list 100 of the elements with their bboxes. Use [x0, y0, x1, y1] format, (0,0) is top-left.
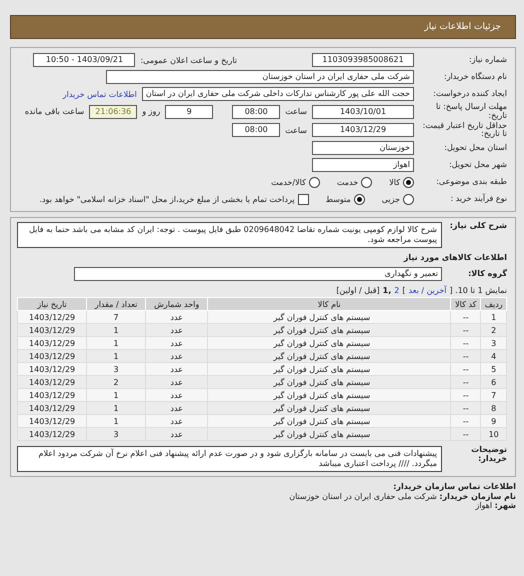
- table-cell: --: [450, 402, 481, 415]
- field-label: ساعت: [285, 107, 307, 116]
- table-cell: 1403/12/29: [18, 310, 87, 324]
- text-field[interactable]: 1103093985008621: [312, 53, 414, 67]
- countdown-field: 21:06:36: [89, 104, 138, 119]
- pagination-link[interactable]: 2: [394, 286, 400, 296]
- table-cell: سیستم های کنترل فوران گیر: [208, 350, 451, 363]
- column-header: ردیف: [480, 298, 506, 311]
- field-label: تاریخ و ساعت اعلان عمومی:: [140, 56, 237, 64]
- table-cell: 1403/12/29: [18, 428, 87, 441]
- notes-text: پیشنهادات فنی می بایست در سامانه بارگزاری شود و در صورت عدم ارائه پیشنهاد فنی اعلام نرخ آن شرکت مردود اعلام میگردد. //// پرداخت اعتباری میباشد: [17, 446, 442, 472]
- table-cell: 3: [86, 362, 146, 376]
- radio-label: جزیی: [382, 194, 400, 204]
- pagination-text: [قبل / اولین]: [336, 286, 380, 296]
- pagination-link[interactable]: آخرین / بعد: [408, 286, 446, 296]
- text-field[interactable]: خوزستان: [312, 141, 414, 156]
- field-label: نوع فرآیند خرید :: [449, 194, 507, 204]
- table-cell: 1: [86, 350, 146, 363]
- table-cell: --: [450, 388, 481, 402]
- table-cell: سیستم های کنترل فوران گیر: [208, 428, 451, 441]
- radio-button[interactable]: [308, 176, 320, 188]
- field-label: نام دستگاه خریدار:: [443, 72, 507, 82]
- table-cell: 1: [86, 388, 146, 402]
- field-label: نام سازمان خریدار:: [439, 492, 516, 501]
- table-cell: 1403/12/29: [18, 414, 87, 428]
- radio-label: کالا/خدمت: [271, 178, 306, 187]
- radio-label: کالا: [389, 178, 400, 187]
- column-header: نام کالا: [208, 298, 451, 311]
- field-value: اهواز: [475, 501, 492, 510]
- radio-button[interactable]: [403, 176, 414, 188]
- table-cell: 6: [480, 376, 506, 389]
- days-field[interactable]: 9: [165, 104, 214, 119]
- radio-label: خدمت: [336, 178, 358, 187]
- table-cell: 5: [480, 362, 506, 376]
- table-cell: عدد: [145, 388, 208, 402]
- table-cell: 2: [480, 324, 506, 337]
- table-cell: 7: [86, 310, 146, 324]
- table-cell: 1403/12/29: [18, 336, 87, 350]
- table-cell: --: [450, 310, 481, 324]
- text-field[interactable]: تعمیر و نگهداری: [74, 267, 442, 282]
- text-field[interactable]: اهواز: [312, 158, 414, 172]
- table-cell: --: [450, 414, 481, 428]
- table-cell: 2: [86, 376, 146, 389]
- checkbox[interactable]: [298, 194, 309, 205]
- table-cell: سیستم های کنترل فوران گیر: [208, 362, 451, 376]
- contact-link[interactable]: اطلاعات تماس خریدار: [62, 90, 137, 98]
- table-cell: 1: [480, 310, 506, 324]
- table-cell: 1403/12/29: [18, 362, 87, 376]
- column-header: کد کالا: [450, 298, 481, 311]
- field-label: ساعت: [285, 126, 307, 135]
- date-field[interactable]: 1403/12/29: [312, 123, 414, 138]
- table-cell: عدد: [145, 324, 208, 337]
- table-cell: 10: [480, 428, 506, 441]
- table-cell: 1403/12/29: [18, 376, 87, 389]
- radio-label: متوسط: [326, 194, 351, 204]
- table-cell: عدد: [145, 350, 208, 363]
- table-cell: 3: [480, 336, 506, 350]
- table-cell: عدد: [145, 362, 208, 376]
- table-cell: سیستم های کنترل فوران گیر: [208, 310, 451, 324]
- text-field[interactable]: شرکت ملی حفاری ایران در استان خوزستان: [106, 70, 414, 84]
- table-cell: عدد: [145, 402, 208, 415]
- column-header: واحد شمارش: [145, 298, 208, 311]
- table-cell: عدد: [145, 428, 208, 441]
- time-field[interactable]: 08:00: [232, 123, 280, 138]
- table-cell: --: [450, 428, 481, 441]
- column-header: تاریخ نیاز: [18, 298, 87, 311]
- section-title: اطلاعات تماس سازمان خریدار:: [392, 482, 516, 492]
- table-cell: عدد: [145, 336, 208, 350]
- table-cell: 1403/12/29: [18, 402, 87, 415]
- table-cell: عدد: [145, 414, 208, 428]
- radio-button[interactable]: [361, 176, 372, 188]
- table-cell: --: [450, 336, 481, 350]
- checkbox-label: پرداخت تمام یا بخشی از مبلغ خرید،از محل "اسناد خزانه اسلامی" خواهد بود.: [39, 194, 295, 204]
- date-field[interactable]: 1403/10/01: [312, 104, 414, 119]
- table-cell: سیستم های کنترل فوران گیر: [208, 336, 451, 350]
- table-cell: 1: [86, 336, 146, 350]
- text-field[interactable]: حجت الله علی پور کارشناس تدارکات داخلی شرکت ملی حفاری ایران در استان: [142, 87, 414, 101]
- field-label: شهر:: [494, 501, 516, 510]
- radio-button[interactable]: [403, 194, 414, 205]
- field-label: استان محل تحویل:: [443, 144, 507, 153]
- table-cell: سیستم های کنترل فوران گیر: [208, 388, 451, 402]
- table-cell: 8: [480, 402, 506, 415]
- table-cell: 1403/12/29: [18, 350, 87, 363]
- field-label: طبقه بندی موضوعی:: [435, 178, 507, 187]
- table-cell: 7: [480, 388, 506, 402]
- table-cell: سیستم های کنترل فوران گیر: [208, 324, 451, 337]
- table-cell: --: [450, 350, 481, 363]
- column-header: تعداد / مقدار: [86, 298, 146, 311]
- table-cell: سیستم های کنترل فوران گیر: [208, 414, 451, 428]
- radio-button[interactable]: [354, 194, 365, 205]
- field-label: شماره نیاز:: [468, 56, 507, 64]
- field-label: توضیحات خریدار:: [470, 446, 507, 464]
- table-cell: 1403/12/29: [18, 324, 87, 337]
- time-field[interactable]: 08:00: [232, 104, 280, 119]
- table-cell: --: [450, 376, 481, 389]
- pagination-text: ]: [402, 286, 406, 296]
- text-field[interactable]: 1403/09/21 - 10:50: [33, 53, 136, 67]
- table-cell: --: [450, 324, 481, 337]
- table-cell: 3: [86, 428, 146, 441]
- field-label: ساعت باقی مانده: [24, 107, 84, 116]
